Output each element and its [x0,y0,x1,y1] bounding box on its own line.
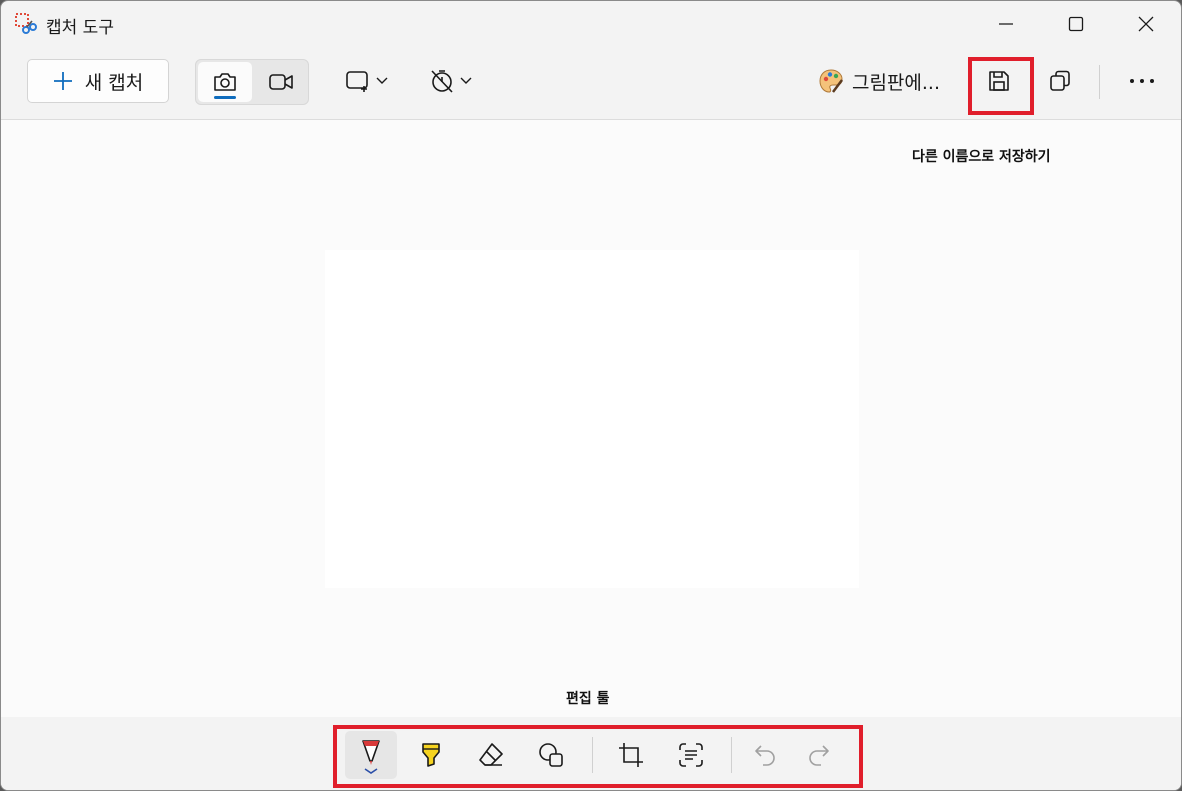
maximize-button[interactable] [1041,1,1111,47]
capture-mode-toggle [195,59,309,105]
main-toolbar: 새 캡처 그림판에... [1,47,1181,119]
minimize-button[interactable] [971,1,1041,47]
minimize-icon [999,23,1013,25]
plus-icon [53,72,72,90]
camera-icon [214,73,236,91]
close-button[interactable] [1111,1,1181,47]
snipping-tool-app-icon [14,12,38,36]
photo-mode-button[interactable] [198,62,252,102]
more-options-button[interactable] [1117,61,1167,101]
video-mode-button[interactable] [254,62,308,102]
open-in-paint-button[interactable]: 그림판에... [803,61,955,101]
selected-mode-indicator [214,96,236,99]
chevron-down-icon [376,77,388,84]
video-camera-icon [269,74,293,90]
save-button-highlight [968,57,1034,115]
capture-canvas: 다른 이름으로 저장하기 편집 툴 [1,119,1181,717]
rectangle-snip-icon [346,71,368,92]
no-timer-icon [431,70,453,93]
delay-dropdown[interactable] [419,61,483,101]
title-bar: 캡처 도구 [1,1,1181,47]
window-title: 캡처 도구 [46,18,114,38]
open-in-paint-label: 그림판에... [851,71,941,94]
more-icon [1130,79,1154,83]
close-icon [1138,16,1154,32]
new-capture-label: 새 캡처 [84,71,144,94]
copy-button[interactable] [1035,61,1085,101]
capture-preview [325,250,859,588]
copy-icon [1050,70,1070,91]
edit-tools-highlight [333,725,863,788]
chevron-down-icon [460,77,472,84]
edit-tools-annotation: 편집 툴 [566,691,610,707]
edit-toolbar [1,717,1181,790]
snipping-tool-window: 캡처 도구 새 캡처 그림판에... 다른 이름으로 저장하기 편집 툴 [0,0,1182,791]
snip-shape-dropdown[interactable] [335,61,399,101]
save-as-annotation: 다른 이름으로 저장하기 [912,149,1051,165]
toolbar-separator [1099,65,1100,99]
maximize-icon [1068,16,1084,32]
paint-palette-icon [819,69,843,93]
new-capture-button[interactable]: 새 캡처 [27,59,169,103]
